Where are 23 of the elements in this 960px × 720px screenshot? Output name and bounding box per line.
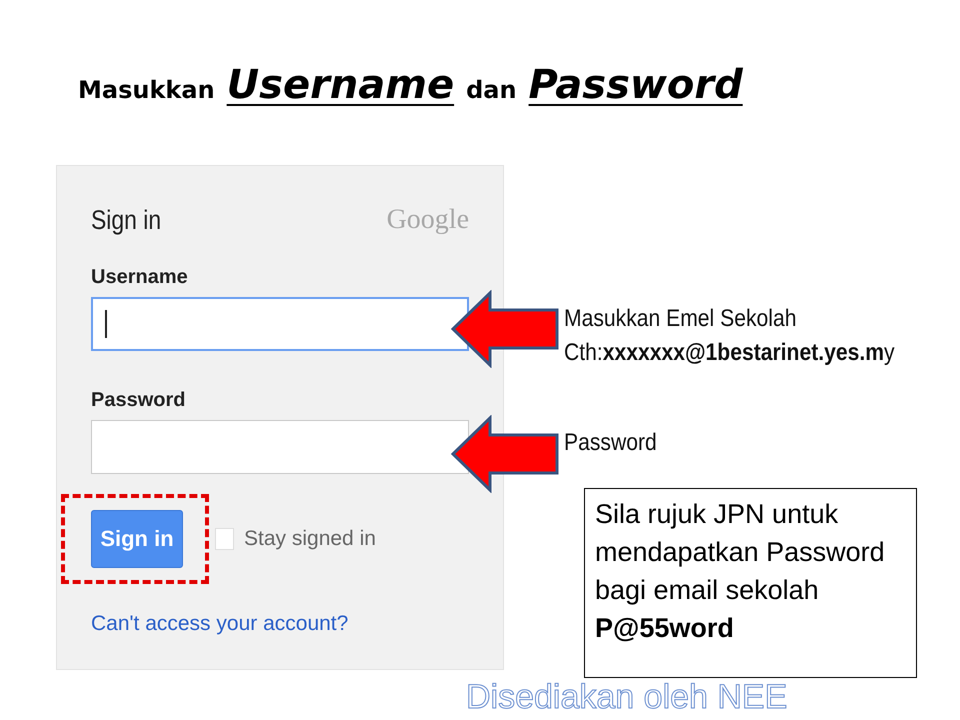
title-keyword: Password: [528, 62, 743, 108]
author-credit: Disediakan oleh NEE: [466, 678, 788, 717]
checkbox[interactable]: [215, 528, 234, 550]
annotation-text: Password: [564, 429, 658, 457]
help-link[interactable]: Can't access your account?: [91, 612, 469, 636]
text-cursor: [105, 310, 107, 338]
field-label: Username: [91, 266, 189, 289]
left-arrow-icon: [450, 290, 560, 368]
left-arrow-icon: [450, 415, 560, 493]
input-field[interactable]: [91, 297, 469, 351]
annotation-text: Masukkan Emel Sekolah: [564, 305, 798, 333]
checkbox-label: Stay signed in: [244, 527, 376, 551]
title-text: Masukkan: [78, 76, 215, 104]
example-password: P@55word: [595, 612, 735, 645]
title-keyword: Username: [226, 62, 454, 108]
sign-in-heading: Sign in: [91, 204, 162, 236]
sign-in-button[interactable]: Sign in: [91, 510, 183, 568]
brand-logo: Google: [386, 204, 469, 236]
field-label: Password: [91, 389, 186, 412]
annotation-text: Cth:xxxxxxx@1bestarinet.yes.my: [564, 339, 895, 367]
note-text: Sila rujuk JPN untuk mendapatkan Password bagi email sekolah: [595, 498, 886, 607]
input-field[interactable]: [91, 420, 469, 474]
title-text: dan: [466, 76, 517, 104]
